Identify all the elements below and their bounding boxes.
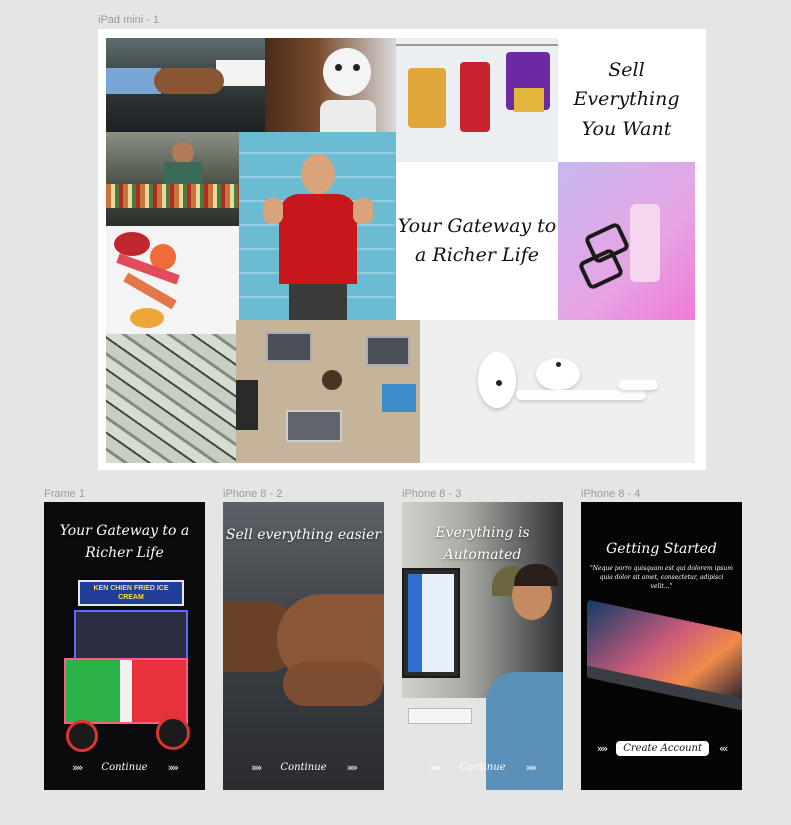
iphone-2-continue-label[interactable]: Continue — [280, 762, 326, 773]
robot-image — [265, 38, 396, 132]
frame1-title: Your Gateway to a Richer Life — [59, 523, 190, 562]
iphone-4-title: Getting Started — [606, 541, 717, 557]
hand-fingers — [283, 662, 383, 706]
fruit-image — [106, 226, 239, 334]
chevrons-right-icon: »» — [250, 761, 263, 774]
ipad-frame[interactable]: Sell Everything You Want Your Gateway to… — [98, 29, 706, 470]
chevrons-right-icon: »» — [429, 761, 442, 774]
chevrons-right-icon: »» — [596, 742, 609, 755]
clothes-rack-image — [396, 38, 558, 162]
cart-wheel — [66, 720, 98, 752]
frame1-continue[interactable]: »» Continue »» — [44, 761, 205, 774]
monitor — [402, 568, 460, 678]
create-account-button[interactable]: Create Account — [616, 741, 710, 756]
frame1-continue-label[interactable]: Continue — [101, 762, 147, 773]
iphone-2-continue[interactable]: »» Continue »» — [223, 761, 384, 774]
iphone-2-screen[interactable]: Sell everything easier »» Continue »» — [223, 502, 384, 790]
cart-wheel — [156, 716, 190, 750]
cart-window — [74, 610, 188, 660]
handshake-image — [106, 38, 265, 132]
caption-sell-everything: Sell Everything You Want — [558, 38, 695, 162]
chevrons-right-icon: »» — [167, 761, 180, 774]
iphone-3-continue-label[interactable]: Continue — [459, 762, 505, 773]
cart-sign-text: KEN CHIEN FRIED ICE CREAM — [93, 585, 169, 601]
frame-label-ipad[interactable]: iPad mini - 1 — [98, 14, 159, 26]
chevrons-right-icon: »» — [525, 761, 538, 774]
iphone-4-screen[interactable]: Getting Started "Neque porro quisquam es… — [581, 502, 742, 790]
shop-owner-image — [106, 132, 239, 226]
sunglasses-image — [558, 162, 695, 320]
iphone-3-title: Everything is Automated — [435, 525, 530, 564]
frame-label-iphone-4[interactable]: iPhone 8 - 4 — [581, 488, 640, 500]
frame1-screen[interactable]: Your Gateway to a Richer Life KEN CHIEN … — [44, 502, 205, 790]
happy-man-image — [239, 132, 396, 320]
iphone-2-title: Sell everything easier — [225, 527, 382, 543]
iphone-3-screen[interactable]: Everything is Automated »» Continue »» — [402, 502, 563, 790]
chevrons-left-icon: ‹‹‹ — [719, 742, 728, 755]
keyboard — [408, 708, 472, 724]
cart-body — [64, 658, 188, 724]
desk-laptops-image — [236, 320, 420, 463]
chevrons-right-icon: »» — [346, 761, 359, 774]
frame-label-iphone-2[interactable]: iPhone 8 - 2 — [223, 488, 282, 500]
frame-label-frame1[interactable]: Frame 1 — [44, 488, 85, 500]
iphone-3-continue[interactable]: »» Continue »» — [402, 761, 563, 774]
chevrons-right-icon: »» — [71, 761, 84, 774]
frame-label-iphone-3[interactable]: iPhone 8 - 3 — [402, 488, 461, 500]
iphone-4-cta-row[interactable]: »» Create Account ‹‹‹ — [581, 741, 742, 756]
money-image — [106, 334, 236, 463]
airpods-image — [420, 320, 695, 463]
iphone-4-body: "Neque porro quisquam est qui dolorem ip… — [590, 565, 733, 590]
caption-gateway: Your Gateway to a Richer Life — [396, 162, 558, 320]
cart-sign: KEN CHIEN FRIED ICE CREAM — [78, 580, 184, 606]
